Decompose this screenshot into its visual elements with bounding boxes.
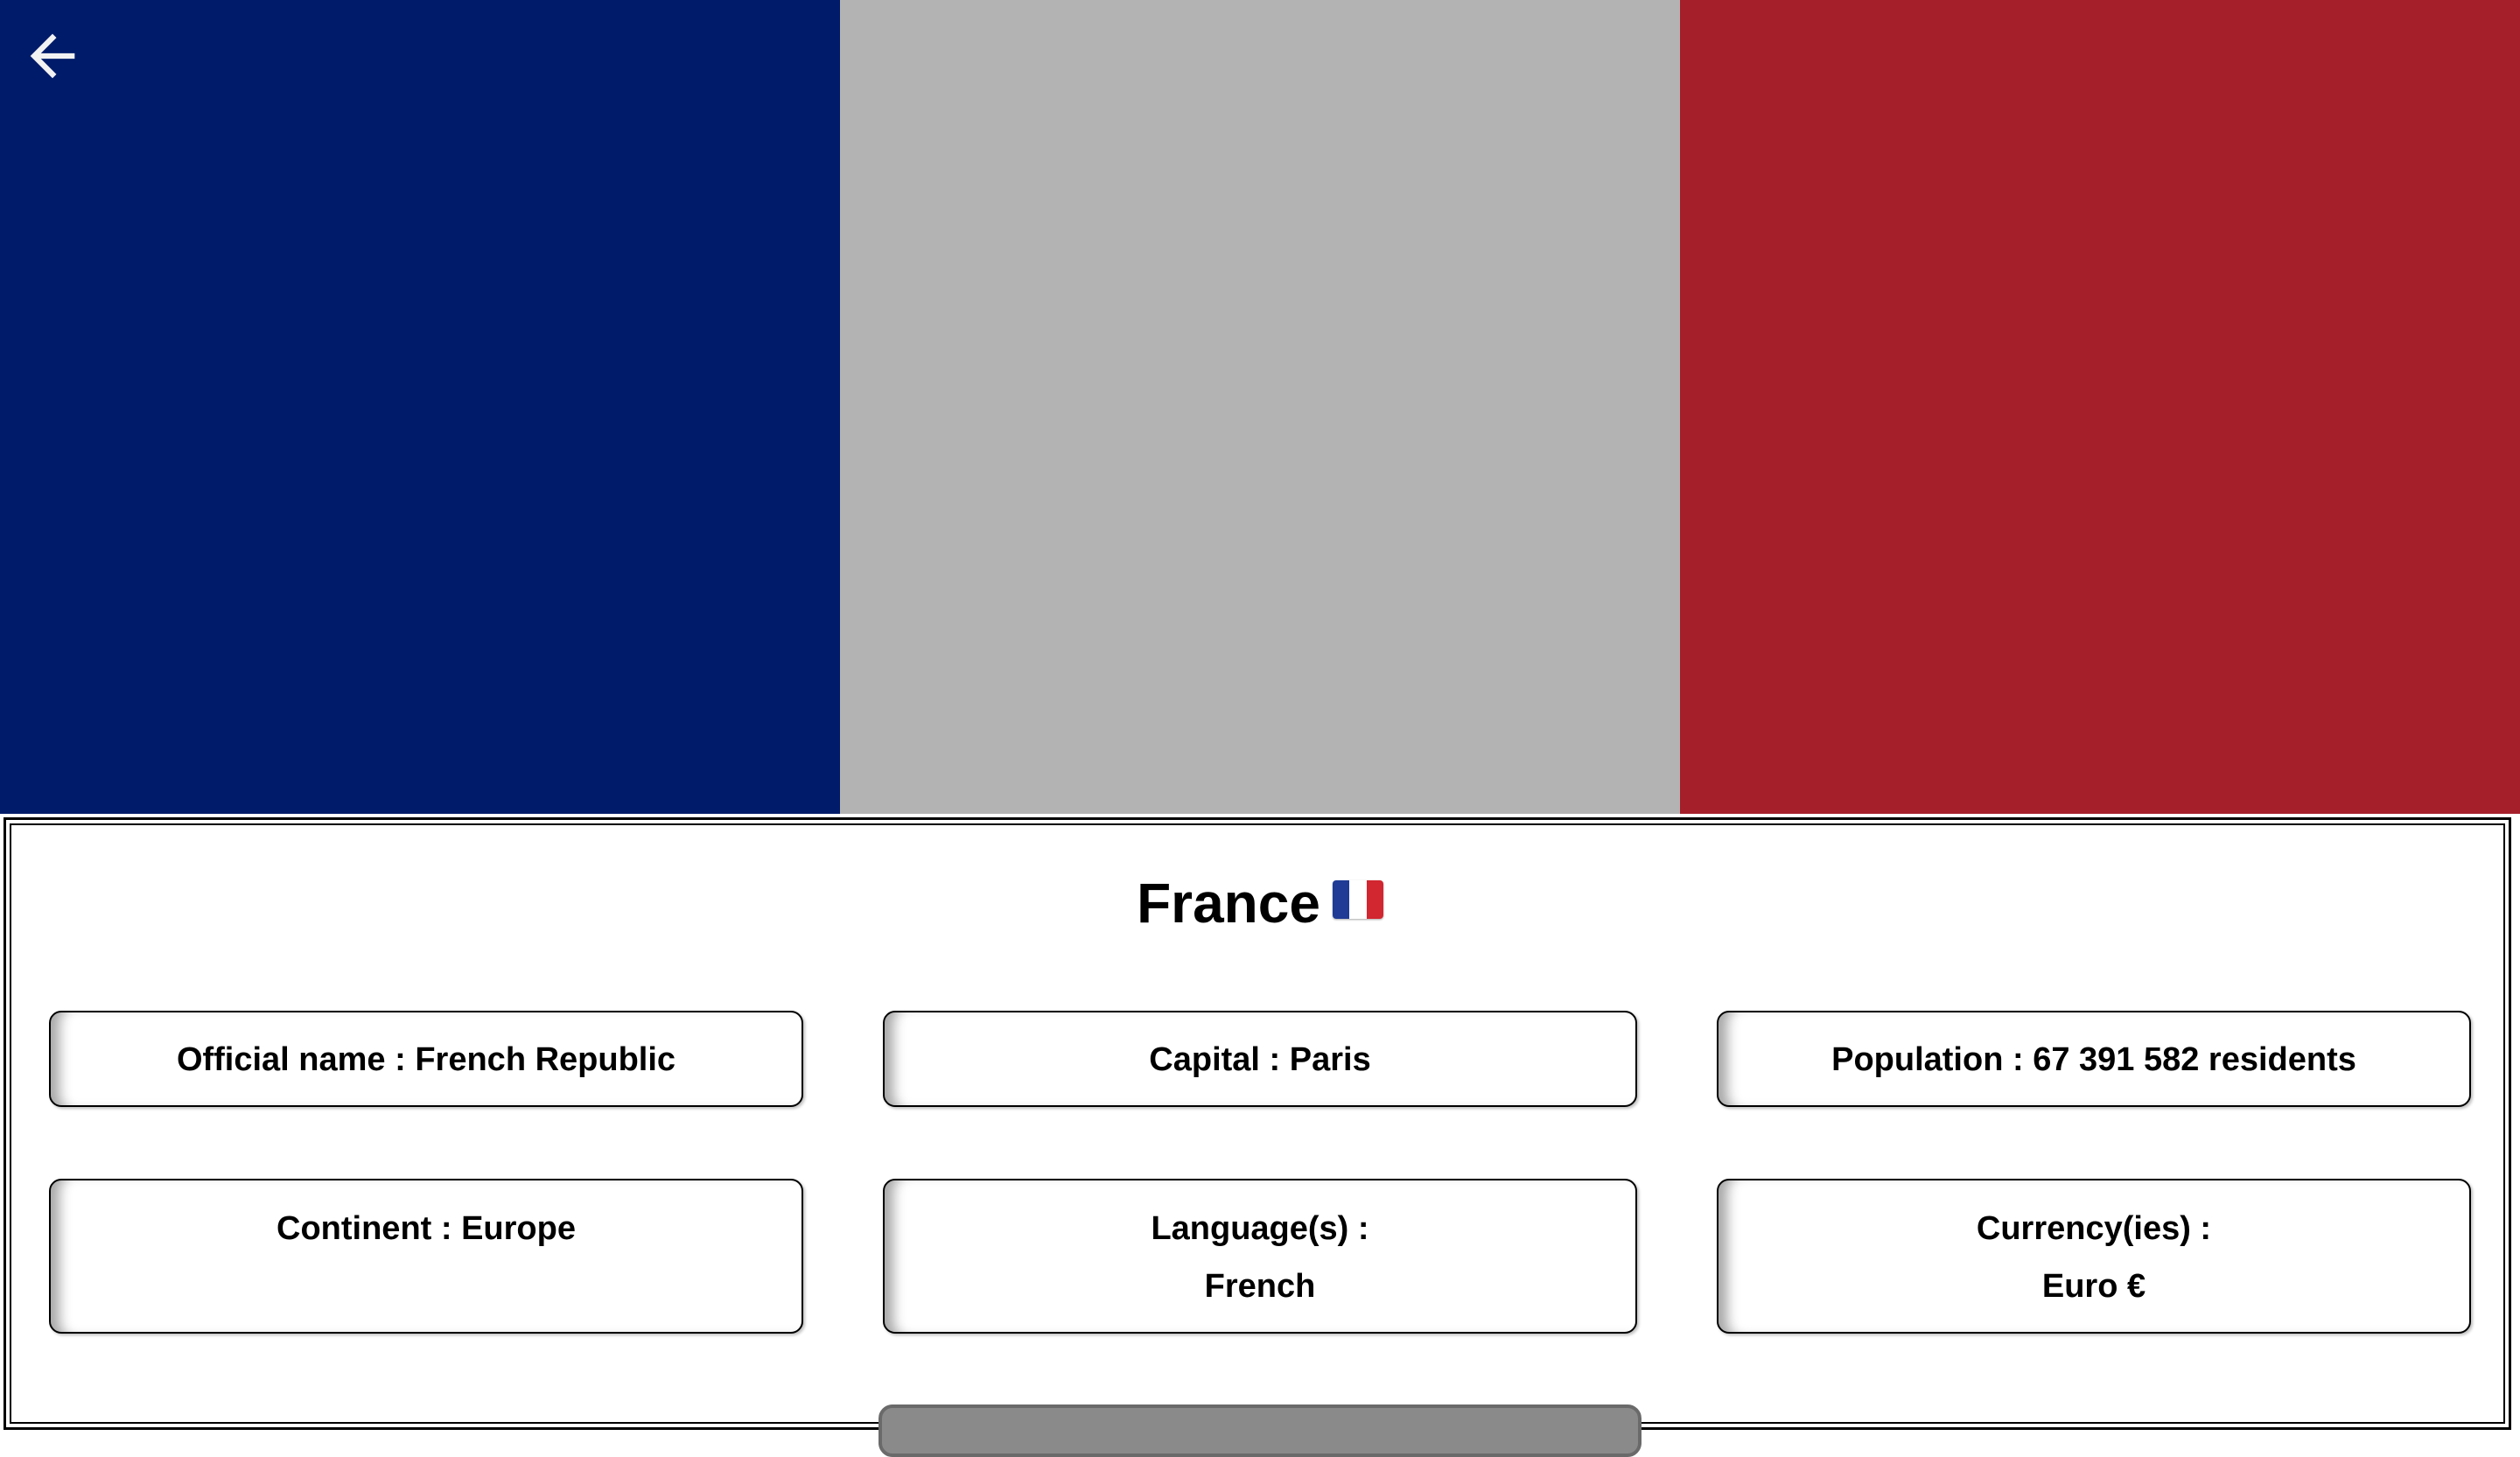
country-name: France bbox=[1137, 872, 1320, 935]
continent-text: Continent : Europe bbox=[276, 1210, 576, 1247]
france-flag-icon bbox=[1332, 880, 1383, 919]
population-text: Population : 67 391 582 residents bbox=[1831, 1041, 2356, 1078]
continent-card: Continent : Europe bbox=[49, 1179, 803, 1334]
capital-card: Capital : Paris bbox=[883, 1011, 1637, 1107]
languages-value: French bbox=[1204, 1268, 1316, 1305]
flag-stripe-white bbox=[840, 0, 1680, 814]
flag-stripe-blue bbox=[0, 0, 840, 814]
languages-label: Language(s) : bbox=[1151, 1210, 1369, 1247]
country-title: France bbox=[0, 875, 2520, 931]
country-flag-image bbox=[0, 0, 2520, 814]
currencies-card: Currency(ies) : Euro € bbox=[1717, 1179, 2471, 1334]
population-card: Population : 67 391 582 residents bbox=[1717, 1011, 2471, 1107]
official-name-text: Official name : French Republic bbox=[176, 1041, 676, 1078]
capital-text: Capital : Paris bbox=[1149, 1041, 1371, 1078]
official-name-card: Official name : French Republic bbox=[49, 1011, 803, 1107]
currencies-label: Currency(ies) : bbox=[1976, 1210, 2212, 1247]
languages-card: Language(s) : French bbox=[883, 1179, 1637, 1334]
more-info-button[interactable] bbox=[878, 1404, 1642, 1457]
currencies-value: Euro € bbox=[2041, 1268, 2146, 1305]
arrow-left-icon bbox=[30, 33, 75, 79]
flag-stripe-red bbox=[1680, 0, 2520, 814]
back-button[interactable] bbox=[16, 19, 89, 93]
